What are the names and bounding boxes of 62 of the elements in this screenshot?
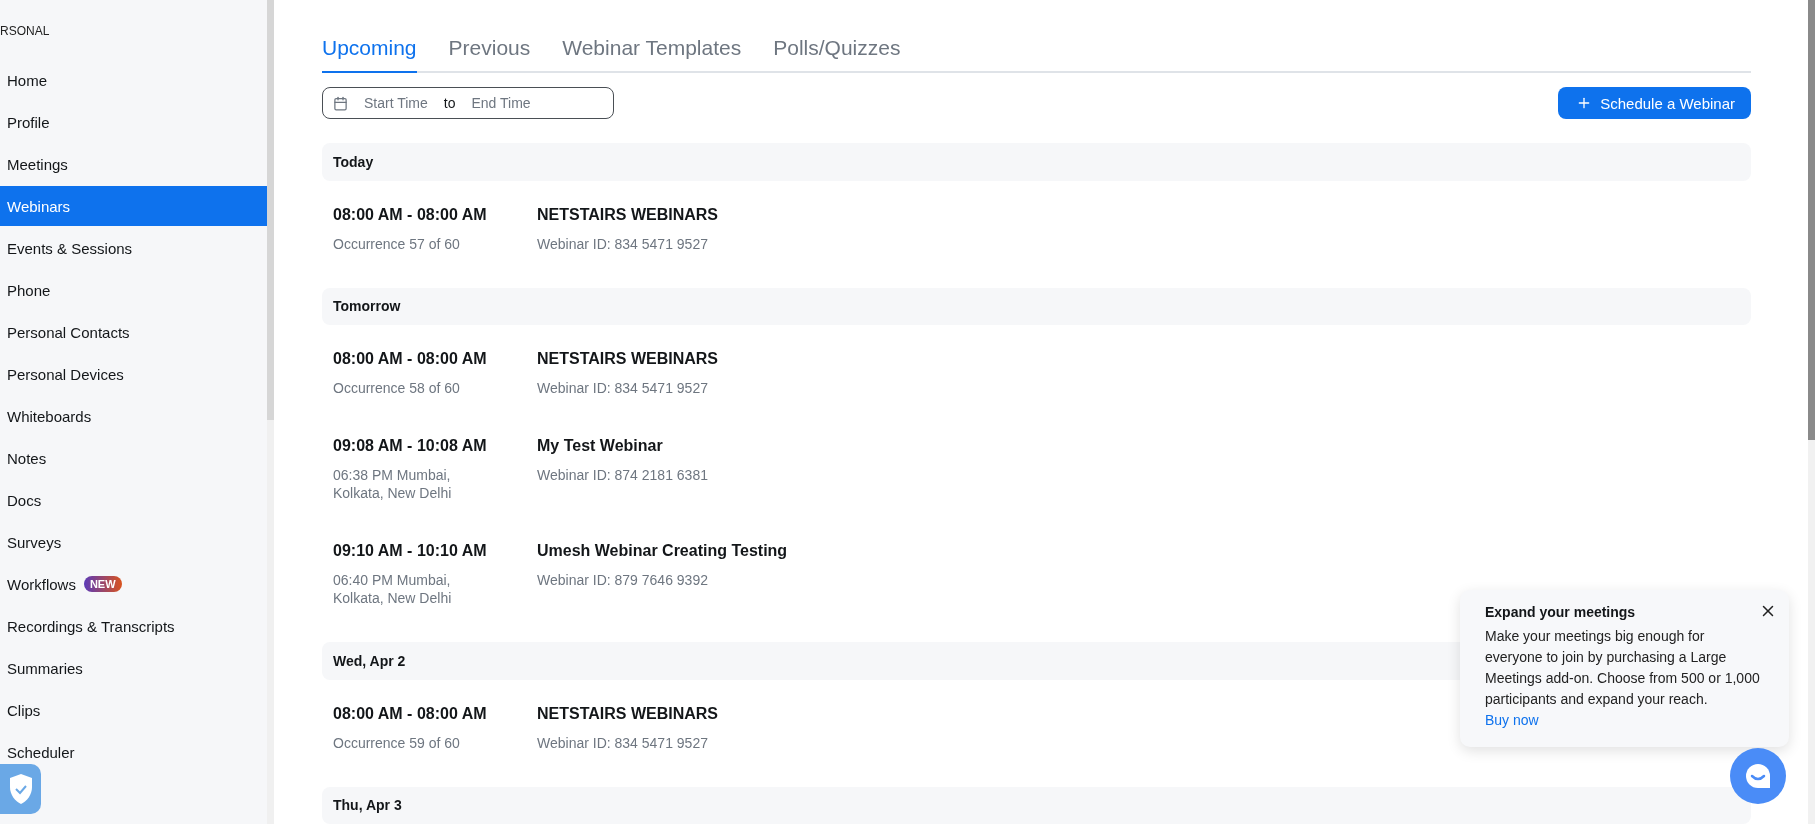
date-group-header: Thu, Apr 3 [322, 786, 1751, 824]
sidebar-item[interactable]: Meetings [0, 144, 267, 184]
sidebar-item[interactable]: Notes [0, 438, 267, 478]
tab[interactable]: Upcoming [322, 30, 417, 74]
sidebar-item[interactable]: Personal Contacts [0, 312, 267, 352]
webinar-title[interactable]: NETSTAIRS WEBINARS [537, 349, 719, 370]
webinar-occurrence: 06:40 PM Mumbai, Kolkata, New Delhi [333, 571, 453, 608]
sidebar-item[interactable]: Home [0, 60, 267, 100]
webinar-title[interactable]: Umesh Webinar Creating Testing [537, 541, 788, 562]
webinar-title[interactable]: NETSTAIRS WEBINARS [537, 703, 719, 724]
webinar-id: Webinar ID: 834 5471 9527 [537, 379, 709, 398]
schedule-webinar-button[interactable]: Schedule a Webinar [1558, 87, 1751, 120]
tab[interactable]: Polls/Quizzes [773, 30, 901, 74]
webinar-id: Webinar ID: 874 2181 6381 [537, 466, 708, 485]
webinar-occurrence: Occurrence 59 of 60 [333, 733, 461, 752]
chat-bubble-icon [1744, 762, 1772, 790]
sidebar-item[interactable]: Personal Devices [0, 354, 267, 394]
webinar-occurrence: 06:38 PM Mumbai, Kolkata, New Delhi [333, 466, 453, 503]
tab[interactable]: Webinar Templates [562, 30, 742, 74]
promo-title: Expand your meetings [1485, 604, 1637, 620]
date-group-header: Today [322, 143, 1751, 181]
sidebar-item[interactable]: Workflows NEW [0, 564, 267, 604]
webinar-title[interactable]: NETSTAIRS WEBINARS [537, 204, 719, 225]
date-group-header: Tomorrow [322, 287, 1751, 326]
security-badge[interactable] [0, 764, 41, 814]
section-label: RSONAL [0, 23, 51, 40]
calendar-icon [333, 95, 348, 111]
sidebar-item[interactable]: Profile [0, 102, 267, 142]
end-time-placeholder: End Time [470, 95, 532, 112]
webinar-time: 08:00 AM - 08:00 AM [333, 204, 488, 225]
range-separator: to [443, 95, 456, 112]
sidebar-item[interactable]: Recordings & Transcripts [0, 606, 267, 646]
start-time-placeholder: Start Time [363, 95, 429, 112]
webinar-time: 09:10 AM - 10:10 AM [333, 541, 488, 562]
webinar-occurrence: Occurrence 57 of 60 [333, 234, 461, 253]
webinar-id: Webinar ID: 834 5471 9527 [537, 733, 709, 752]
webinar-time: 08:00 AM - 08:00 AM [333, 703, 488, 724]
new-badge: NEW [83, 576, 122, 592]
chat-button[interactable] [1730, 748, 1786, 804]
webinar-title[interactable]: My Test Webinar [537, 436, 708, 457]
sidebar-item[interactable]: Whiteboards [0, 396, 267, 436]
webinar-time: 08:00 AM - 08:00 AM [333, 349, 488, 370]
webinar-time: 09:08 AM - 10:08 AM [333, 436, 488, 457]
shield-check-icon [7, 773, 34, 805]
webinar-id: Webinar ID: 834 5471 9527 [537, 234, 709, 253]
sidebar-item-label: Workflows [7, 575, 76, 593]
sidebar-item[interactable]: Scheduler [0, 732, 267, 772]
sidebar-item[interactable]: Events & Sessions [0, 228, 267, 268]
sidebar-item[interactable]: Clips [0, 690, 267, 730]
date-range-field[interactable]: Start Time to End Time [322, 87, 614, 120]
page-scrollbar[interactable] [1808, 0, 1815, 824]
webinar-id: Webinar ID: 879 7646 9392 [537, 571, 709, 590]
sidebar-item[interactable]: Phone [0, 270, 267, 310]
buy-now-link[interactable]: Buy now [1485, 712, 1539, 728]
webinar-occurrence: Occurrence 58 of 60 [333, 379, 461, 398]
sidebar-scrollbar[interactable] [267, 0, 274, 824]
sidebar-item[interactable]: Surveys [0, 522, 267, 562]
sidebar-item[interactable]: Webinars [0, 186, 267, 226]
schedule-webinar-label: Schedule a Webinar [1600, 94, 1735, 112]
sidebar-item[interactable]: Summaries [0, 648, 267, 688]
sidebar-item[interactable]: Docs [0, 480, 267, 520]
tab[interactable]: Previous [448, 30, 531, 74]
